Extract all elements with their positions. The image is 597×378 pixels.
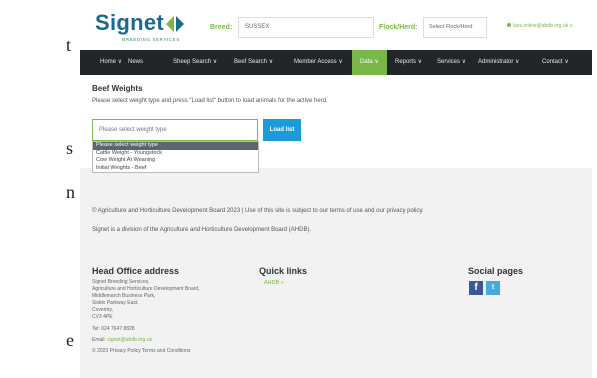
- signet-site: Signet BREEDING SERVICES Breed: SUSSEX F…: [80, 0, 592, 378]
- dropdown-option[interactable]: Initial Weights - Beef: [93, 165, 258, 173]
- address-line: Coventry,: [92, 307, 114, 313]
- nav-services[interactable]: Services ∨: [437, 50, 466, 75]
- twitter-icon[interactable]: t: [486, 281, 500, 295]
- logo-arrows-icon: [166, 16, 186, 32]
- address-line: Siskin Parkway East,: [92, 300, 139, 306]
- breed-label: Breed:: [210, 24, 233, 31]
- dropdown-option[interactable]: Cattle Weight - Youngstock: [93, 150, 258, 158]
- nav-home[interactable]: Home ∨: [100, 50, 122, 75]
- address-line: Signet Breeding Services,: [92, 279, 150, 285]
- site-footer: © Agriculture and Horticulture Developme…: [80, 168, 592, 378]
- right-edge: [592, 0, 597, 378]
- weight-type-select[interactable]: Please select weight type: [92, 119, 258, 141]
- copyright-text: © Agriculture and Horticulture Developme…: [92, 208, 424, 214]
- nav-news[interactable]: News: [128, 50, 143, 75]
- nav-member-access[interactable]: Member Access ∨: [294, 50, 343, 75]
- address-line: Agriculture and Horticulture Development…: [92, 286, 200, 292]
- main-navbar: Home ∨ News Sheep Search ∨ Beef Search ∨…: [80, 50, 592, 75]
- facebook-icon[interactable]: f: [469, 281, 483, 295]
- page-title: Beef Weights: [92, 84, 143, 93]
- logo-text: Signet: [95, 10, 165, 35]
- nav-beef-search[interactable]: Beef Search ∨: [234, 50, 273, 75]
- email-link[interactable]: signet@ahdb.org.uk: [107, 337, 152, 343]
- head-office-title: Head Office address: [92, 266, 180, 276]
- nav-sheep-search[interactable]: Sheep Search ∨: [173, 50, 217, 75]
- nav-contact[interactable]: Contact ∨: [542, 50, 569, 75]
- site-header: Signet BREEDING SERVICES Breed: SUSSEX F…: [80, 0, 592, 44]
- user-email: lavs.online@ahdb.org.uk ∨: [513, 23, 574, 29]
- quick-links-title: Quick links: [259, 266, 308, 276]
- surrounding-page-text: t s n e: [0, 0, 80, 378]
- nav-reports[interactable]: Reports ∨: [395, 50, 422, 75]
- dropdown-option[interactable]: Please select weight type: [93, 142, 258, 150]
- signet-logo[interactable]: Signet BREEDING SERVICES: [95, 10, 186, 42]
- user-icon: [507, 23, 511, 27]
- logo-subtitle: BREEDING SERVICES: [122, 37, 180, 42]
- address-line: Middlemarch Business Park,: [92, 293, 156, 299]
- flock-select[interactable]: Select Flock/Herd: [423, 17, 487, 38]
- dropdown-option[interactable]: Cow Weight At Weaning: [93, 157, 258, 165]
- weight-type-dropdown: Please select weight type Cattle Weight …: [92, 141, 259, 173]
- address-line: CV3 4PE: [92, 314, 113, 320]
- bottom-links[interactable]: © 2023 Privacy Policy Terms and Conditio…: [92, 348, 190, 354]
- edge-fragment: t: [66, 35, 72, 55]
- breed-input[interactable]: SUSSEX: [238, 17, 374, 38]
- edge-fragment: n: [66, 182, 75, 202]
- email-prefix: Email:: [92, 337, 108, 343]
- social-pages-title: Social pages: [468, 266, 524, 276]
- edge-fragment: s: [66, 138, 74, 158]
- edge-fragment: e: [66, 330, 74, 350]
- division-text: Signet is a division of the Agriculture …: [92, 227, 312, 233]
- email-line: Email: signet@ahdb.org.uk: [92, 337, 152, 343]
- nav-data[interactable]: Data ∨: [352, 50, 387, 75]
- telephone: Tel: 024 7647 8828: [92, 326, 135, 332]
- flock-label: Flock/Herd:: [379, 24, 418, 31]
- user-account-menu[interactable]: lavs.online@ahdb.org.uk ∨: [507, 23, 573, 29]
- instructions-text: Please select weight type and press "Loa…: [92, 98, 328, 104]
- quick-link-ahdb[interactable]: AHDB »: [264, 280, 284, 286]
- nav-administrator[interactable]: Administrator ∨: [478, 50, 519, 75]
- load-list-button[interactable]: Load list: [263, 119, 301, 141]
